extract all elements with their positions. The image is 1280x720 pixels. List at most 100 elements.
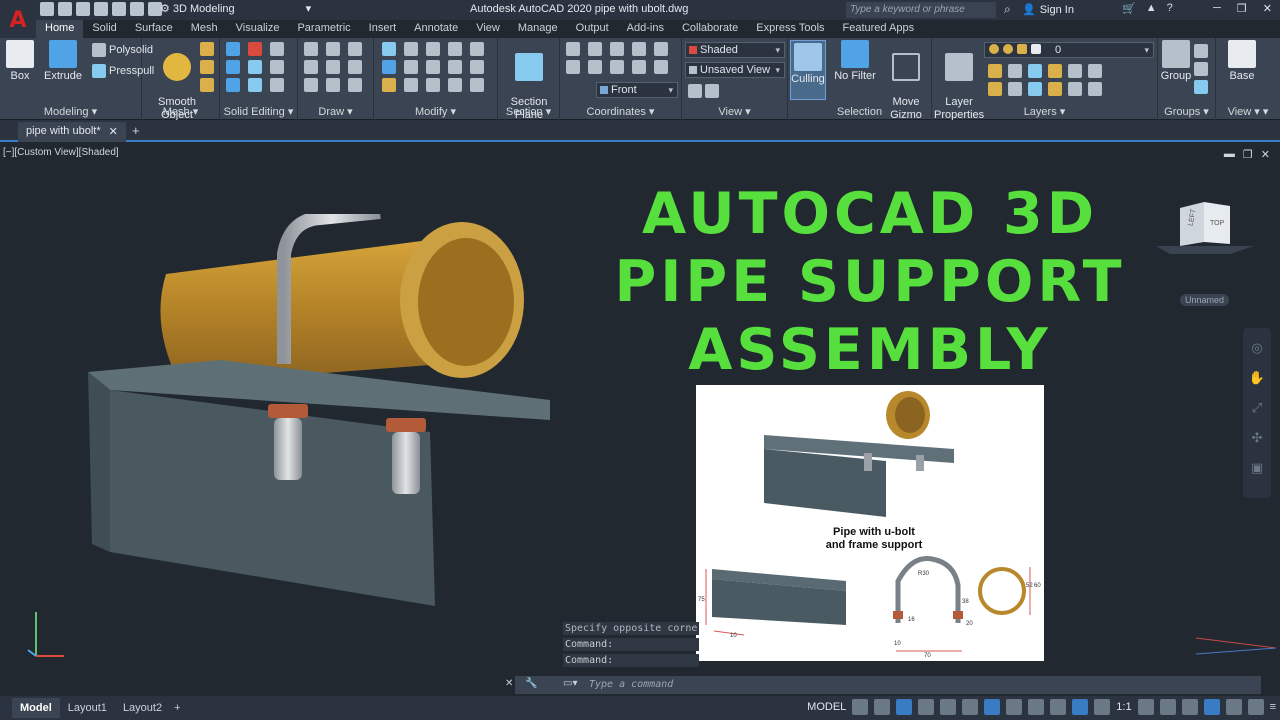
- polygon-icon[interactable]: [304, 78, 318, 92]
- layer-on-icon[interactable]: [988, 82, 1002, 96]
- 3d-move-icon[interactable]: [404, 60, 418, 74]
- zoom-extents-icon[interactable]: ⤢: [1252, 400, 1262, 416]
- fillet-edge-icon[interactable]: [248, 78, 262, 92]
- exchange-icon[interactable]: ▲: [1146, 2, 1157, 15]
- union-icon[interactable]: [226, 42, 240, 56]
- cart-icon[interactable]: 🛒: [1122, 2, 1136, 15]
- extrude-button[interactable]: Extrude: [42, 40, 84, 83]
- workspace-gear-icon[interactable]: [1137, 699, 1154, 715]
- object-snap-icon[interactable]: [984, 699, 1001, 715]
- layer-current-icon[interactable]: [1068, 82, 1082, 96]
- layer-match-icon[interactable]: [1068, 64, 1082, 78]
- layer-thaw-icon[interactable]: [1028, 82, 1042, 96]
- ucs-object-icon[interactable]: [632, 60, 646, 74]
- ucs-face-icon[interactable]: [610, 60, 624, 74]
- layout-tab-layout2[interactable]: Layout2: [115, 698, 170, 718]
- helix-icon[interactable]: [326, 78, 340, 92]
- ucs-world-icon[interactable]: [566, 60, 580, 74]
- tab-surface[interactable]: Surface: [126, 20, 182, 38]
- undo-icon[interactable]: [112, 2, 126, 16]
- panel-title-mesh[interactable]: Mesh ▾: [142, 105, 219, 118]
- fillet-icon[interactable]: [448, 60, 462, 74]
- close-icon[interactable]: ✕: [109, 125, 118, 139]
- scale-icon[interactable]: [470, 42, 484, 56]
- box-button[interactable]: Box: [4, 40, 36, 83]
- panel-title-solid-editing[interactable]: Solid Editing ▾: [220, 105, 297, 118]
- restore-icon[interactable]: ❐: [1243, 148, 1253, 161]
- visual-style-dropdown[interactable]: Shaded ▾: [685, 42, 785, 58]
- line-icon[interactable]: [326, 60, 340, 74]
- recent-commands-icon[interactable]: ▭▾: [563, 678, 577, 689]
- slice-icon[interactable]: [248, 60, 262, 74]
- culling-button[interactable]: Culling: [790, 40, 826, 100]
- workspace-switcher[interactable]: ⚙ 3D Modeling ▾: [160, 2, 311, 16]
- mirror-icon[interactable]: [426, 42, 440, 56]
- ucs-named-icon[interactable]: [654, 42, 668, 56]
- mesh-smooth-more-icon[interactable]: [200, 42, 214, 56]
- panel-title-coordinates[interactable]: Coordinates ▾: [560, 105, 681, 118]
- tab-add-ins[interactable]: Add-ins: [618, 20, 673, 38]
- layer-off-icon[interactable]: [988, 64, 1002, 78]
- annotation-scale[interactable]: 1:1: [1116, 701, 1131, 713]
- tab-visualize[interactable]: Visualize: [227, 20, 289, 38]
- snap-icon[interactable]: [874, 699, 891, 715]
- viewport-config-icon[interactable]: [688, 84, 702, 98]
- tab-parametric[interactable]: Parametric: [288, 20, 359, 38]
- close-icon[interactable]: ✕: [1263, 2, 1272, 15]
- tab-solid[interactable]: Solid: [83, 20, 125, 38]
- no-filter-button[interactable]: No Filter: [832, 40, 878, 83]
- panel-title-view-base[interactable]: View ▾ ▾: [1216, 105, 1280, 118]
- tab-annotate[interactable]: Annotate: [405, 20, 467, 38]
- ucs-origin-icon[interactable]: [588, 42, 602, 56]
- interfere-icon[interactable]: [226, 60, 240, 74]
- customization-menu-icon[interactable]: ≡: [1270, 701, 1276, 713]
- ellipse-icon[interactable]: [348, 78, 362, 92]
- polar-icon[interactable]: [918, 699, 935, 715]
- shell-icon[interactable]: [270, 78, 284, 92]
- redo-icon[interactable]: [130, 2, 144, 16]
- object-snap-tracking-icon[interactable]: [962, 699, 979, 715]
- add-layout-icon[interactable]: +: [174, 702, 180, 714]
- restore-icon[interactable]: ❐: [1237, 2, 1247, 15]
- layer-freeze-icon[interactable]: [1028, 64, 1042, 78]
- layer-unisolate-icon[interactable]: [1008, 82, 1022, 96]
- showmotion-icon[interactable]: ▣: [1251, 460, 1263, 476]
- ucs-dropdown[interactable]: Front ▾: [596, 82, 678, 98]
- subtract-icon[interactable]: [248, 42, 262, 56]
- chamfer-icon[interactable]: [470, 60, 484, 74]
- offset-icon[interactable]: [426, 78, 440, 92]
- group-button[interactable]: Group: [1160, 40, 1192, 83]
- ucs-x-icon[interactable]: [610, 42, 624, 56]
- isodraft-icon[interactable]: [940, 699, 957, 715]
- layer-dropdown[interactable]: 0 ▾: [984, 42, 1154, 58]
- tab-home[interactable]: Home: [36, 20, 84, 38]
- application-menu-button[interactable]: A: [0, 0, 36, 40]
- ungroup-icon[interactable]: [1194, 44, 1208, 58]
- layer-lock-icon[interactable]: [1048, 64, 1062, 78]
- tab-insert[interactable]: Insert: [360, 20, 406, 38]
- rotate-icon[interactable]: [426, 60, 440, 74]
- polyline-icon[interactable]: [304, 42, 318, 56]
- panel-title-view[interactable]: View ▾: [682, 105, 787, 118]
- tab-view[interactable]: View: [467, 20, 509, 38]
- explode-icon[interactable]: [470, 78, 484, 92]
- base-button[interactable]: Base: [1226, 40, 1258, 83]
- rectangle-icon[interactable]: [326, 42, 340, 56]
- panel-title-section[interactable]: Section ▾: [498, 105, 559, 118]
- group-edit-icon[interactable]: [1194, 62, 1208, 76]
- erase-icon[interactable]: [382, 78, 396, 92]
- layout-tab-layout1[interactable]: Layout1: [60, 698, 115, 718]
- open-icon[interactable]: [40, 2, 54, 16]
- align-icon[interactable]: [382, 60, 396, 74]
- array-icon[interactable]: [382, 42, 396, 56]
- ortho-icon[interactable]: [896, 699, 913, 715]
- circle-icon[interactable]: [348, 60, 362, 74]
- trim-icon[interactable]: [448, 42, 462, 56]
- annotation-visibility-icon[interactable]: [1094, 699, 1111, 715]
- layer-previous-icon[interactable]: [1088, 64, 1102, 78]
- document-tab[interactable]: pipe with ubolt* ✕: [18, 122, 126, 142]
- minimize-icon[interactable]: ─: [1213, 2, 1221, 15]
- mesh-smooth-less-icon[interactable]: [200, 60, 214, 74]
- help-icon[interactable]: ?: [1167, 2, 1173, 15]
- dynamic-ucs-icon[interactable]: [1028, 699, 1045, 715]
